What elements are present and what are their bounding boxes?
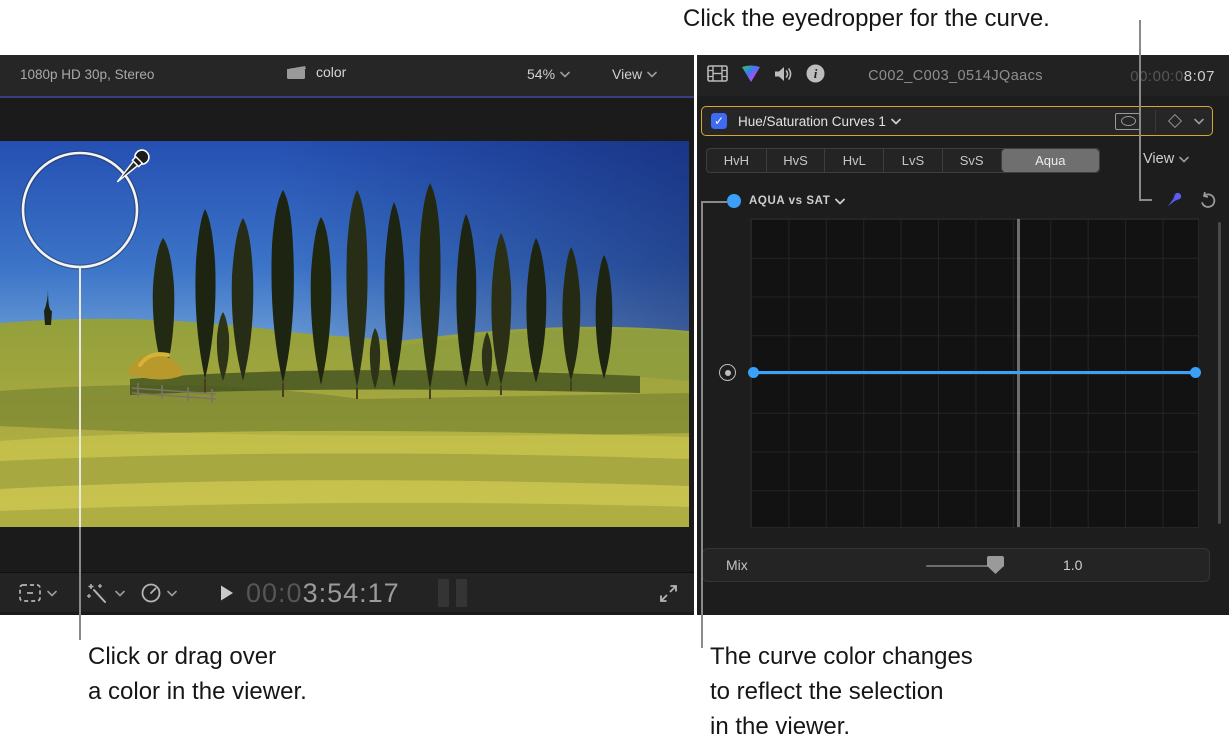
mix-value[interactable]: 1.0	[1063, 557, 1082, 573]
curve-type-tabs: HvH HvS HvL LvS SvS Aqua	[706, 148, 1100, 173]
chevron-down-icon	[890, 118, 901, 124]
inspector-timecode: 00:00:08:07	[1130, 68, 1215, 85]
curve-reference-target-icon[interactable]	[719, 364, 736, 381]
saturation-curve[interactable]	[751, 371, 1198, 374]
frame-overlay-icon	[19, 584, 41, 602]
callout-viewer-line1: Click or drag over	[88, 643, 277, 670]
curve-header: AQUA vs SAT	[697, 188, 1229, 214]
callout-curve-color-text: The curve color changes to reflect the s…	[710, 639, 973, 744]
magic-wand-icon	[87, 584, 106, 603]
play-button[interactable]	[219, 573, 235, 613]
clip-title: C002_C003_0514JQaacs	[868, 68, 1043, 84]
landscape-image	[0, 141, 689, 527]
retime-menu-button[interactable]	[140, 573, 177, 613]
color-inspector-panel: i C002_C003_0514JQaacs 00:00:08:07 ✓ Hue…	[697, 55, 1229, 615]
viewer-format-label: 1080p HD 30p, Stereo	[20, 67, 155, 82]
video-frame[interactable]	[0, 141, 689, 527]
tab-hvs[interactable]: HvS	[765, 149, 825, 172]
callout-line-curvecolor-vertical	[701, 201, 703, 648]
callout-curve-line2: to reflect the selection	[710, 678, 944, 705]
correction-name-menu[interactable]: Hue/Saturation Curves 1	[738, 114, 901, 129]
viewer-timecode[interactable]: 00:0 3:54:17	[246, 573, 400, 613]
viewer-header: 1080p HD 30p, Stereo color 54% View	[0, 55, 694, 96]
chevron-down-icon	[560, 71, 570, 77]
callout-eyedropper-text: Click the eyedropper for the curve.	[683, 5, 1050, 32]
mix-row: Mix 1.0	[702, 548, 1210, 582]
inspector-header: i C002_C003_0514JQaacs 00:00:08:07	[697, 55, 1229, 96]
chevron-down-icon	[115, 590, 125, 596]
scrollbar[interactable]	[1218, 222, 1221, 524]
callout-line-curvecolor-elbow	[701, 201, 727, 203]
curve-control-point[interactable]	[1190, 367, 1201, 378]
aqua-vs-sat-curve-editor[interactable]	[748, 218, 1201, 528]
video-inspector-icon[interactable]	[707, 65, 728, 82]
timeline-separator	[0, 96, 694, 98]
callout-curve-line3: in the viewer.	[710, 713, 851, 740]
chevron-down-icon	[167, 590, 177, 596]
curve-color-swatch	[727, 194, 741, 208]
callout-line-eyedropper-vertical	[1139, 20, 1141, 201]
curves-view-menu[interactable]: View	[1143, 151, 1189, 167]
play-icon	[221, 585, 233, 601]
audio-inspector-icon[interactable]	[774, 66, 793, 82]
enhancements-menu-button[interactable]	[86, 573, 125, 613]
viewer-zoom-menu[interactable]: 54%	[527, 66, 570, 82]
reset-curve-button[interactable]	[1199, 192, 1217, 209]
viewer-panel: 1080p HD 30p, Stereo color 54% View 00:0…	[0, 55, 694, 615]
callout-viewer-text: Click or drag over a color in the viewer…	[88, 639, 307, 709]
chevron-down-icon	[835, 198, 846, 204]
tab-hvl[interactable]: HvL	[824, 149, 883, 172]
viewer-view-menu[interactable]: View	[612, 66, 657, 82]
audio-meter[interactable]	[438, 579, 449, 607]
tab-svs[interactable]: SvS	[941, 149, 1001, 172]
correction-enabled-checkbox[interactable]: ✓	[711, 113, 727, 129]
tab-aqua[interactable]: Aqua	[1000, 149, 1099, 172]
viewer-clip-name: color	[316, 64, 347, 80]
divider	[1155, 110, 1156, 132]
callout-line-viewer-lower	[79, 527, 81, 640]
callout-curve-line1: The curve color changes	[710, 643, 973, 670]
tab-lvs[interactable]: LvS	[883, 149, 942, 172]
screenshot-root: Click the eyedropper for the curve. Clic…	[0, 0, 1229, 747]
retime-gauge-icon	[141, 583, 161, 603]
chevron-down-icon[interactable]	[1194, 118, 1204, 125]
chevron-down-icon	[47, 590, 57, 596]
correction-selector-row[interactable]: ✓ Hue/Saturation Curves 1	[701, 106, 1213, 136]
overlays-menu-button[interactable]	[18, 573, 57, 613]
fullscreen-button[interactable]	[658, 573, 679, 613]
tab-hvh[interactable]: HvH	[707, 149, 766, 172]
callout-viewer-line2: a color in the viewer.	[88, 678, 307, 705]
curve-eyedropper-button[interactable]	[1163, 190, 1184, 211]
callout-line-eyedropper-elbow	[1139, 199, 1152, 201]
mask-icon[interactable]	[1115, 112, 1141, 130]
color-inspector-tab-icon[interactable]	[741, 65, 761, 83]
keyframe-diamond-icon[interactable]	[1167, 113, 1183, 129]
chevron-down-icon	[647, 71, 657, 77]
mix-slider-thumb[interactable]	[987, 556, 1004, 574]
chevron-down-icon	[1179, 156, 1189, 162]
mix-label: Mix	[726, 557, 748, 573]
viewer-toolbar: 00:0 3:54:17	[0, 572, 694, 612]
expand-icon	[660, 584, 677, 602]
curve-control-point[interactable]	[748, 367, 759, 378]
callout-line-viewer-upper	[79, 267, 81, 527]
clip-icon	[287, 64, 306, 79]
audio-meter[interactable]	[456, 579, 467, 607]
curve-name-menu[interactable]: AQUA vs SAT	[749, 195, 846, 207]
